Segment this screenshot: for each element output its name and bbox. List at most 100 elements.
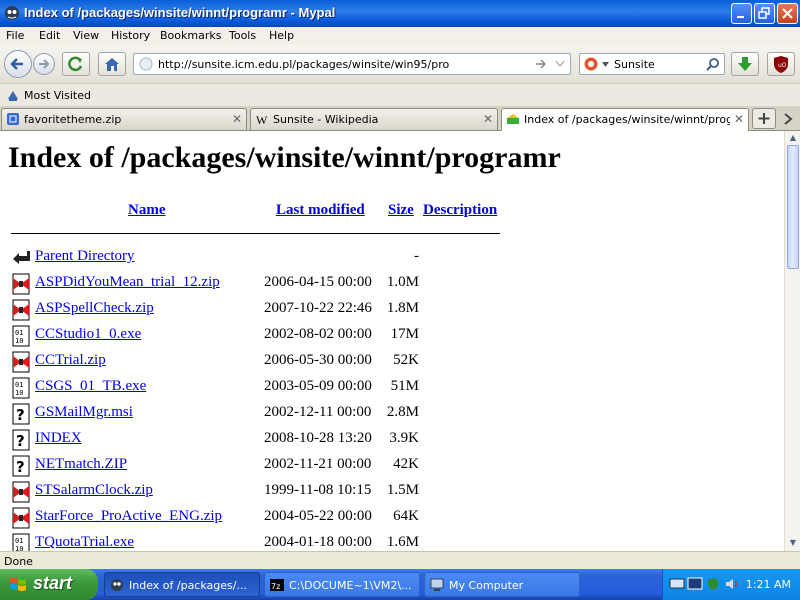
svg-text:10: 10 xyxy=(15,389,23,397)
bookmark-folder-icon xyxy=(8,91,18,101)
file-modified: 2003-05-09 00:00 xyxy=(264,378,372,394)
svg-text:?: ? xyxy=(16,406,25,424)
column-header-last-modified[interactable]: Last modified xyxy=(276,202,365,219)
menu-tools[interactable]: Tools xyxy=(229,29,256,42)
page-globe-icon xyxy=(139,57,153,71)
wikipedia-icon: W xyxy=(256,113,268,126)
file-link[interactable]: Parent Directory xyxy=(35,248,135,265)
page-heading: Index of /packages/winsite/winnt/program… xyxy=(8,141,561,174)
reload-button[interactable] xyxy=(62,52,90,76)
file-modified: 2004-01-18 00:00 xyxy=(264,534,372,550)
tab-close-icon[interactable]: ✕ xyxy=(232,112,242,126)
tab-close-icon[interactable]: ✕ xyxy=(483,112,493,126)
file-link[interactable]: TQuotaTrial.exe xyxy=(35,534,134,551)
start-button[interactable]: start xyxy=(0,569,98,600)
file-modified: 2008-10-28 13:20 xyxy=(264,430,372,446)
scroll-down-icon[interactable]: ▼ xyxy=(787,537,799,549)
go-arrow-icon[interactable] xyxy=(534,58,548,70)
duckduckgo-icon xyxy=(584,57,598,71)
chevron-right-icon xyxy=(784,113,793,125)
file-link[interactable]: ASPSpellCheck.zip xyxy=(35,300,154,317)
volume-tray-icon[interactable] xyxy=(724,577,740,591)
file-size: - xyxy=(414,248,419,264)
search-engine-dropdown-icon[interactable] xyxy=(602,62,609,67)
vertical-scrollbar[interactable]: ▲ ▼ xyxy=(784,131,800,551)
display-tray-icon[interactable] xyxy=(687,577,703,591)
menu-file[interactable]: File xyxy=(6,29,24,42)
file-row: STSalarmClock.zip 1999-11-08 10:15 1.5M xyxy=(0,479,784,505)
back-arrow-icon xyxy=(10,58,23,70)
file-link[interactable]: ASPDidYouMean_trial_12.zip xyxy=(35,274,220,291)
home-button[interactable] xyxy=(98,52,126,76)
column-header-description[interactable]: Description xyxy=(423,202,497,219)
taskbar-item-browser[interactable]: Index of /packages/... xyxy=(104,572,260,597)
column-header-size[interactable]: Size xyxy=(388,202,414,219)
file-modified: 2006-04-15 00:00 xyxy=(264,274,372,290)
file-link[interactable]: GSMailMgr.msi xyxy=(35,404,133,421)
taskbar-item-label: C:\DOCUME~1\VM2\... xyxy=(289,579,412,592)
file-link[interactable]: CCStudio1_0.exe xyxy=(35,326,141,343)
minimize-button[interactable] xyxy=(731,3,752,24)
svg-text:?: ? xyxy=(16,458,25,476)
file-size: 1.0M xyxy=(386,274,419,290)
file-link[interactable]: STSalarmClock.zip xyxy=(35,482,153,499)
file-row: StarForce_ProActive_ENG.zip 2004-05-22 00… xyxy=(0,505,784,531)
file-row: Parent Directory - xyxy=(0,245,784,271)
file-link[interactable]: StarForce_ProActive_ENG.zip xyxy=(35,508,222,525)
taskbar-item-label: My Computer xyxy=(449,579,524,592)
menu-edit[interactable]: Edit xyxy=(39,29,60,42)
tab-favoritetheme[interactable]: favoritetheme.zip ✕ xyxy=(1,108,247,130)
tab-index-active[interactable]: Index of /packages/winsite/winnt/progra.… xyxy=(501,108,749,131)
menu-view[interactable]: View xyxy=(73,29,99,42)
tab-wikipedia[interactable]: W Sunsite - Wikipedia ✕ xyxy=(250,108,498,130)
scroll-up-icon[interactable]: ▲ xyxy=(787,132,799,144)
close-window-button[interactable] xyxy=(777,3,798,24)
search-bar[interactable]: Sunsite xyxy=(579,53,725,75)
svg-text:7z: 7z xyxy=(271,582,280,591)
svg-text:10: 10 xyxy=(15,337,23,345)
tab-label: Sunsite - Wikipedia xyxy=(273,113,379,126)
file-size: 51M xyxy=(390,378,419,394)
menu-history[interactable]: History xyxy=(111,29,150,42)
magnifier-icon[interactable] xyxy=(706,57,720,71)
shield-tray-icon[interactable] xyxy=(706,577,720,591)
ublock-button[interactable]: uO xyxy=(767,52,795,76)
file-link[interactable]: NETmatch.ZIP xyxy=(35,456,127,473)
file-row: 01 10 CCStudio1_0.exe 2002-08-02 00:00 17M xyxy=(0,323,784,349)
menu-bar: File Edit View History Bookmarks Tools H… xyxy=(0,27,800,45)
7zip-icon: 7z xyxy=(270,579,284,591)
status-bar: Done xyxy=(0,551,800,570)
binary-icon: 01 10 xyxy=(11,533,31,551)
taskbar-item-7zip[interactable]: 7z C:\DOCUME~1\VM2\... xyxy=(264,572,420,597)
back-button[interactable] xyxy=(4,50,32,78)
most-visited-bookmark[interactable]: Most Visited xyxy=(6,88,91,102)
file-link[interactable]: CCTrial.zip xyxy=(35,352,106,369)
dropdown-arrow-icon[interactable] xyxy=(555,60,565,68)
status-text: Done xyxy=(4,555,33,568)
menu-bookmarks[interactable]: Bookmarks xyxy=(160,29,221,42)
download-button[interactable] xyxy=(731,52,759,76)
mypal-app-icon xyxy=(5,6,19,20)
file-link[interactable]: CSGS_01_TB.exe xyxy=(35,378,146,395)
file-modified: 2006-05-30 00:00 xyxy=(264,352,372,368)
network-tray-icon[interactable] xyxy=(669,577,685,591)
svg-text:?: ? xyxy=(16,432,25,450)
scrollbar-thumb[interactable] xyxy=(787,145,799,269)
taskbar-item-my-computer[interactable]: My Computer xyxy=(424,572,580,597)
menu-help[interactable]: Help xyxy=(269,29,294,42)
forward-arrow-icon xyxy=(39,59,50,69)
forward-button[interactable] xyxy=(33,53,55,75)
file-modified: 2002-12-11 00:00 xyxy=(264,404,372,420)
file-link[interactable]: INDEX xyxy=(35,430,82,447)
new-tab-button[interactable] xyxy=(752,108,776,129)
column-header-name[interactable]: Name xyxy=(128,202,166,219)
taskbar-item-label: Index of /packages/... xyxy=(129,579,247,592)
plus-icon xyxy=(758,113,770,124)
tab-list-button[interactable] xyxy=(780,110,796,128)
maximize-button[interactable] xyxy=(754,3,775,24)
unknown-icon: ? xyxy=(11,429,31,451)
windows-logo-icon xyxy=(10,577,26,591)
tab-close-icon[interactable]: ✕ xyxy=(734,112,744,126)
address-bar[interactable]: http://sunsite.icm.edu.pl/packages/winsi… xyxy=(133,53,571,75)
title-bar[interactable]: Index of /packages/winsite/winnt/program… xyxy=(0,0,800,27)
